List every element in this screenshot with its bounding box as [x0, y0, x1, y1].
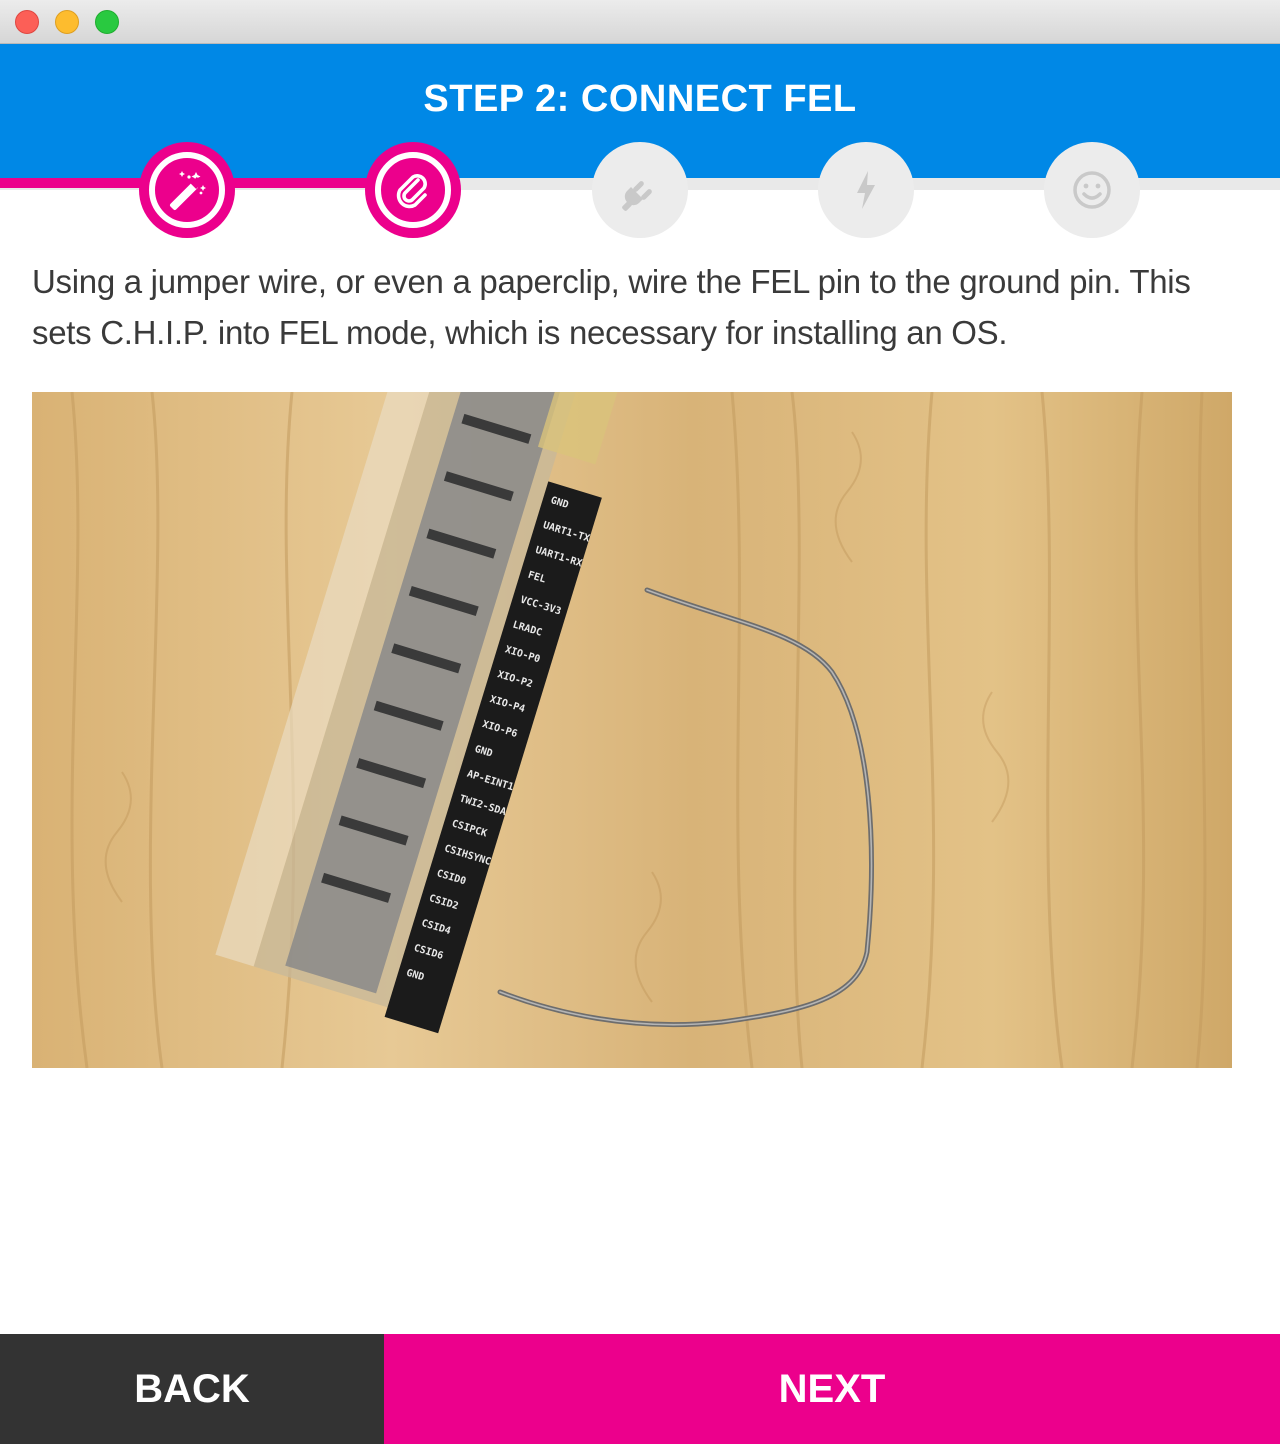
paperclip-icon: [396, 174, 427, 209]
chip-fel-photo: GND UART1-TX UART1-RX FEL VCC-3V3 LRADC …: [32, 392, 1232, 1068]
smiley-icon: [1073, 171, 1111, 209]
step-2-indicator: [365, 142, 461, 238]
maximize-window-button[interactable]: [95, 10, 119, 34]
step-1-indicator: [139, 142, 235, 238]
instructions-text: Using a jumper wire, or even a paperclip…: [32, 263, 1191, 351]
magic-wand-icon: [169, 171, 206, 211]
window-titlebar: [0, 0, 1280, 44]
back-button[interactable]: BACK: [0, 1334, 384, 1444]
photo-illustration: GND UART1-TX UART1-RX FEL VCC-3V3 LRADC …: [32, 392, 1232, 1068]
plug-icon: [622, 181, 652, 211]
minimize-window-button[interactable]: [55, 10, 79, 34]
lightning-icon: [857, 171, 875, 209]
page-title: STEP 2: CONNECT FEL: [423, 78, 857, 120]
step-4-indicator: [818, 142, 914, 238]
step-5-indicator: [1044, 142, 1140, 238]
step-3-indicator: [592, 142, 688, 238]
close-window-button[interactable]: [15, 10, 39, 34]
next-button[interactable]: NEXT: [384, 1334, 1280, 1444]
